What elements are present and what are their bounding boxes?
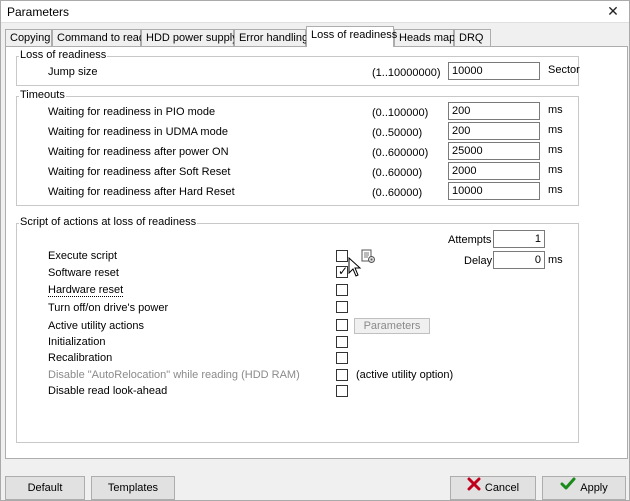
timeout-label: Waiting for readiness after Soft Reset — [48, 166, 231, 178]
disable-autorelocation-checkbox[interactable] — [336, 369, 348, 381]
apply-button-label: Apply — [580, 482, 608, 494]
close-icon[interactable]: ✕ — [605, 3, 621, 19]
tab-hdd-power-supply[interactable]: HDD power supply — [141, 29, 238, 47]
disable-autorelocation-label: Disable "AutoRelocation" while reading (… — [48, 369, 300, 381]
tab-drq[interactable]: DRQ — [454, 29, 491, 47]
cancel-button[interactable]: Cancel — [450, 476, 536, 500]
tab-panel: Loss of readiness Jump size (1..10000000… — [5, 46, 628, 459]
tab-loss-of-readiness[interactable]: Loss of readiness — [306, 26, 397, 47]
templates-button[interactable]: Templates — [91, 476, 175, 500]
red-x-icon — [467, 477, 481, 499]
active-utility-actions-label: Active utility actions — [48, 320, 144, 332]
jump-size-unit: Sector — [548, 64, 580, 76]
default-button-label: Default — [27, 482, 63, 494]
active-utility-option-note: (active utility option) — [356, 369, 454, 381]
timeout-label: Waiting for readiness in UDMA mode — [48, 126, 228, 138]
jump-size-input[interactable] — [448, 62, 540, 80]
hardware-reset-label: Hardware reset — [48, 284, 124, 297]
disable-read-lookahead-label: Disable read look-ahead — [48, 385, 168, 397]
recalibration-label: Recalibration — [48, 352, 113, 364]
hard-reset-timeout-input[interactable] — [448, 182, 540, 200]
cancel-button-label: Cancel — [484, 482, 520, 494]
tab-heads-map[interactable]: Heads map — [394, 29, 455, 47]
execute-script-label: Execute script — [48, 250, 118, 262]
jump-size-label: Jump size — [48, 66, 98, 78]
timeout-label: Waiting for readiness in PIO mode — [48, 106, 216, 118]
default-button[interactable]: Default — [5, 476, 85, 500]
timeout-unit: ms — [548, 184, 563, 196]
power-cycle-label: Turn off/on drive's power — [48, 302, 169, 314]
hardware-reset-checkbox[interactable] — [336, 284, 348, 296]
group-title: Timeouts — [19, 89, 66, 101]
tab-strip: Copying Command to read HDD power supply… — [5, 26, 625, 47]
green-check-icon — [560, 477, 576, 499]
power-on-timeout-input[interactable] — [448, 142, 540, 160]
templates-button-label: Templates — [107, 482, 159, 494]
delay-label: Delay — [464, 255, 493, 267]
timeout-range: (0..600000) — [372, 147, 429, 159]
execute-script-checkbox[interactable] — [336, 250, 348, 262]
timeout-unit: ms — [548, 144, 563, 156]
group-title: Script of actions at loss of readiness — [19, 216, 198, 228]
timeout-unit: ms — [548, 164, 563, 176]
apply-button[interactable]: Apply — [542, 476, 626, 500]
timeout-range: (0..60000) — [372, 187, 423, 199]
initialization-checkbox[interactable] — [336, 336, 348, 348]
parameters-window: Parameters ✕ Copying Command to read HDD… — [0, 0, 630, 501]
pio-timeout-input[interactable] — [448, 102, 540, 120]
disable-read-lookahead-checkbox[interactable] — [336, 385, 348, 397]
delay-input[interactable] — [493, 251, 545, 269]
timeout-unit: ms — [548, 104, 563, 116]
group-title: Loss of readiness — [19, 49, 108, 61]
udma-timeout-input[interactable] — [448, 122, 540, 140]
delay-unit: ms — [548, 254, 563, 266]
attempts-label: Attempts — [448, 234, 492, 246]
initialization-label: Initialization — [48, 336, 106, 348]
software-reset-label: Software reset — [48, 267, 119, 279]
tab-copying[interactable]: Copying — [5, 29, 52, 47]
jump-size-range: (1..10000000) — [372, 67, 441, 79]
tab-error-handling[interactable]: Error handling — [234, 29, 308, 47]
software-reset-checkbox[interactable]: ✓ — [336, 264, 348, 278]
timeout-range: (0..50000) — [372, 127, 423, 139]
timeout-range: (0..100000) — [372, 107, 429, 119]
window-title: Parameters — [7, 5, 70, 19]
soft-reset-timeout-input[interactable] — [448, 162, 540, 180]
title-bar: Parameters ✕ — [1, 1, 629, 23]
timeout-unit: ms — [548, 124, 563, 136]
parameters-button[interactable]: Parameters — [354, 318, 430, 334]
active-utility-actions-checkbox[interactable] — [336, 319, 348, 331]
timeout-label: Waiting for readiness after Hard Reset — [48, 186, 235, 198]
tab-command-to-read[interactable]: Command to read — [52, 29, 145, 47]
mouse-pointer-icon — [348, 256, 362, 277]
attempts-input[interactable] — [493, 230, 545, 248]
timeout-label: Waiting for readiness after power ON — [48, 146, 229, 158]
power-cycle-checkbox[interactable] — [336, 301, 348, 313]
recalibration-checkbox[interactable] — [336, 352, 348, 364]
timeout-range: (0..60000) — [372, 167, 423, 179]
script-icon[interactable] — [360, 248, 376, 264]
